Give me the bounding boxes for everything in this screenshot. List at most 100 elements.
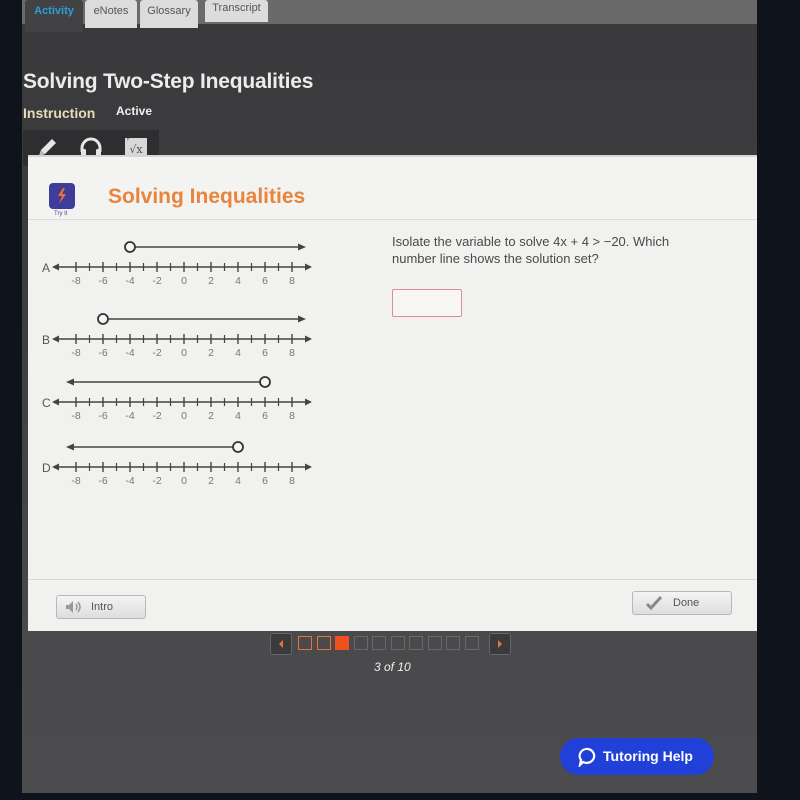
page-indicator-3[interactable] xyxy=(335,636,349,650)
status-label: Active xyxy=(116,104,153,118)
prev-page-button[interactable] xyxy=(270,633,292,655)
try-it-label: Try It xyxy=(54,211,68,217)
tick-label: 2 xyxy=(208,347,214,359)
tick-label: -6 xyxy=(98,275,107,287)
axis-arrow-left xyxy=(52,463,59,471)
tab-enotes[interactable]: eNotes xyxy=(85,0,137,28)
intro-button[interactable]: Intro xyxy=(56,595,146,619)
ray-arrow xyxy=(298,243,306,251)
done-label: Done xyxy=(673,597,700,609)
tick-label: -6 xyxy=(98,347,107,359)
activity-card: Try It Solving Inequalities A -8 -6 -4 -2 0 2 4… xyxy=(28,155,757,631)
tick-label: 8 xyxy=(289,347,295,359)
page-indicator-4[interactable] xyxy=(353,636,368,650)
tick-label: -2 xyxy=(152,475,161,487)
axis-arrow-left xyxy=(52,263,59,271)
page-indicator-10[interactable] xyxy=(464,636,479,650)
tick-label: 8 xyxy=(289,275,295,287)
tab-transcript[interactable]: Transcript xyxy=(205,0,268,22)
footer-divider xyxy=(28,579,757,580)
tab-label: Activity xyxy=(34,5,74,17)
tick-label: 4 xyxy=(235,410,241,422)
number-line-options: A -8 -6 -4 -2 0 2 4 6 8 B -8 -6 -4 -2 0 2 4 6 8 C -8 -6 -4 -2 0 2 4… xyxy=(42,241,312,487)
tick-label: 6 xyxy=(262,347,268,359)
tab-label: Glossary xyxy=(147,5,191,17)
axis-arrow-left xyxy=(52,335,59,343)
option-label: A xyxy=(42,261,50,275)
tick-label: -8 xyxy=(71,347,80,359)
tick-label: -2 xyxy=(152,275,161,287)
tick-label: 8 xyxy=(289,410,295,422)
axis-arrow-right xyxy=(305,398,312,406)
tick-label: 6 xyxy=(262,275,268,287)
tick-label: 4 xyxy=(235,347,241,359)
open-circle-endpoint xyxy=(259,376,271,388)
tick-label: 2 xyxy=(208,410,214,422)
next-page-button[interactable] xyxy=(489,633,511,655)
axis-arrow-right xyxy=(305,335,312,343)
ray-arrow xyxy=(298,315,306,323)
tick-label: -2 xyxy=(152,410,161,422)
axis-arrow-right xyxy=(305,263,312,271)
tick-label: 4 xyxy=(235,275,241,287)
page-indicator-6[interactable] xyxy=(390,636,405,650)
page-indicator-1[interactable] xyxy=(298,636,312,650)
tick-label: -4 xyxy=(125,275,134,287)
tick-label: 2 xyxy=(208,475,214,487)
option-label: C xyxy=(42,396,51,410)
speaker-icon xyxy=(66,601,81,613)
ray-arrow xyxy=(66,443,74,451)
app-screen: Activity eNotes Glossary Transcript Solv… xyxy=(22,0,757,793)
question-text: Isolate the variable to solve 4x + 4 > −… xyxy=(392,234,670,266)
tick-label: 8 xyxy=(289,475,295,487)
page-indicator-7[interactable] xyxy=(409,636,423,650)
option-label: B xyxy=(42,333,50,347)
tick-label: -6 xyxy=(98,410,107,422)
mode-label: Instruction xyxy=(23,105,96,121)
tick-label: 0 xyxy=(181,347,187,359)
chevron-right-icon xyxy=(498,640,502,648)
page-indicator-2[interactable] xyxy=(316,636,331,650)
tick-label: 0 xyxy=(181,410,187,422)
tick-label: -4 xyxy=(125,410,134,422)
page-indicator-9[interactable] xyxy=(446,636,460,650)
intro-label: Intro xyxy=(91,601,114,613)
tab-label: eNotes xyxy=(93,5,129,17)
axis-arrow-left xyxy=(52,398,59,406)
chat-bubble-icon xyxy=(578,747,596,767)
tick-label: -8 xyxy=(71,475,80,487)
open-circle-endpoint xyxy=(97,313,109,325)
tick-label: 0 xyxy=(181,475,187,487)
tick-label: -6 xyxy=(98,475,107,487)
tick-label: 0 xyxy=(181,275,187,287)
chevron-left-icon xyxy=(279,640,283,648)
tab-glossary[interactable]: Glossary xyxy=(140,0,198,28)
try-it-icon xyxy=(49,183,75,209)
tick-label: -8 xyxy=(71,410,80,422)
page-counter: 3 of 10 xyxy=(374,660,411,674)
axis-arrow-right xyxy=(305,463,312,471)
page-indicator-8[interactable] xyxy=(427,636,442,650)
tick-label: 6 xyxy=(262,410,268,422)
answer-dropdown[interactable] xyxy=(392,289,462,317)
tutoring-help-label: Tutoring Help xyxy=(603,748,693,764)
checkmark-icon xyxy=(645,595,663,611)
open-circle-endpoint xyxy=(124,241,136,253)
done-button[interactable]: Done xyxy=(632,591,732,615)
page-indicator-5[interactable] xyxy=(372,636,386,650)
tutoring-help-button[interactable]: Tutoring Help xyxy=(560,738,714,775)
tick-label: -2 xyxy=(152,347,161,359)
tab-label: Transcript xyxy=(212,2,261,14)
card-header: Try It Solving Inequalities xyxy=(28,157,757,220)
tick-label: -4 xyxy=(125,475,134,487)
tab-activity[interactable]: Activity xyxy=(25,0,83,32)
tick-label: -8 xyxy=(71,275,80,287)
tick-label: 2 xyxy=(208,275,214,287)
tick-label: -4 xyxy=(125,347,134,359)
option-label: D xyxy=(42,461,51,475)
open-circle-endpoint xyxy=(232,441,244,453)
page-title: Solving Two-Step Inequalities xyxy=(23,70,314,93)
tick-label: 6 xyxy=(262,475,268,487)
card-title: Solving Inequalities xyxy=(108,185,306,208)
tick-label: 4 xyxy=(235,475,241,487)
